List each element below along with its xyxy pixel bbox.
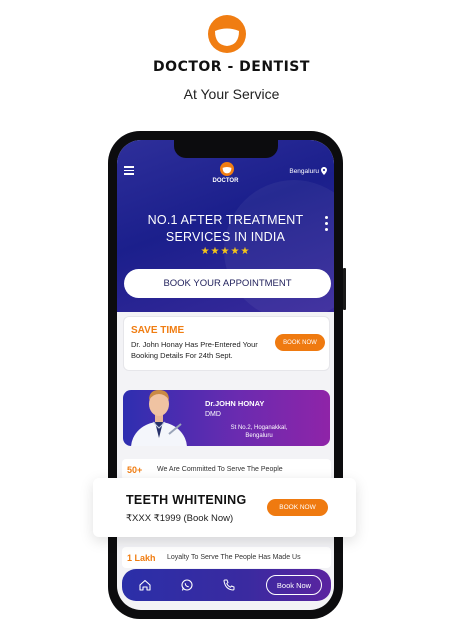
hamburger-icon[interactable] (124, 166, 134, 177)
phone-icon[interactable] (222, 578, 236, 592)
phone-side-button (343, 268, 346, 310)
phone-notch (174, 140, 278, 158)
dentist-logo-icon (208, 15, 246, 53)
promo-book-button[interactable]: BOOK NOW (267, 499, 328, 516)
doctor-card[interactable]: Dr.JOHN HONAY DMD St No.2, Hoganakkal, B… (123, 390, 330, 446)
book-appointment-button[interactable]: BOOK YOUR APPOINTMENT (124, 269, 331, 298)
save-time-title: SAVE TIME (131, 325, 185, 336)
stat-number: 50+ (127, 464, 143, 475)
location-selector[interactable]: Bengaluru (289, 167, 327, 175)
rating-stars: ★★★★★ (200, 246, 251, 257)
promo-price: ₹XXX ₹1999 (Book Now) (126, 513, 234, 524)
save-time-card: SAVE TIME Dr. John Honay Has Pre-Entered… (123, 316, 330, 371)
app-logo-icon (220, 162, 234, 176)
hero-title-line2: SERVICES IN INDIA (165, 230, 286, 244)
city-label: Bengaluru (289, 167, 319, 175)
hero-title-line1: NO.1 AFTER TREATMENT (147, 213, 304, 227)
brand-subtitle: At Your Service (183, 86, 280, 102)
stat-number: 1 Lakh (127, 552, 156, 563)
doctor-degree: DMD (205, 411, 221, 418)
doctor-address: St No.2, Hoganakkal, Bengaluru (230, 425, 288, 439)
doctor-avatar (131, 390, 187, 446)
promo-title: TEETH WHITENING (126, 493, 247, 507)
hero-title: NO.1 AFTER TREATMENT SERVICES IN INDIA (117, 212, 334, 246)
app-name: DOCTOR (212, 178, 239, 184)
doctor-name: Dr.JOHN HONAY (205, 399, 265, 408)
stat-row: 50+ We Are Committed To Serve The People (122, 459, 331, 480)
save-time-book-button[interactable]: BOOK NOW (275, 334, 325, 351)
app-screen: DOCTOR Bengaluru NO.1 AFTER TREATMENT SE… (117, 140, 334, 610)
bottom-nav: Book Now (122, 569, 331, 601)
save-time-description: Dr. John Honay Has Pre-Entered Your Book… (131, 340, 258, 360)
stat-text: Loyalty To Serve The People Has Made Us (167, 554, 301, 561)
stat-row: 1 Lakh Loyalty To Serve The People Has M… (122, 547, 331, 568)
whatsapp-icon[interactable] (180, 578, 194, 592)
brand-title: DOCTOR - DENTIST (153, 59, 310, 75)
promo-card[interactable]: TEETH WHITENING ₹XXX ₹1999 (Book Now) BO… (93, 478, 356, 537)
home-icon[interactable] (138, 578, 152, 592)
map-pin-icon (321, 167, 327, 175)
stat-text: We Are Committed To Serve The People (157, 466, 283, 473)
nav-book-now-button[interactable]: Book Now (266, 575, 322, 595)
hero-banner: DOCTOR Bengaluru NO.1 AFTER TREATMENT SE… (117, 140, 334, 320)
